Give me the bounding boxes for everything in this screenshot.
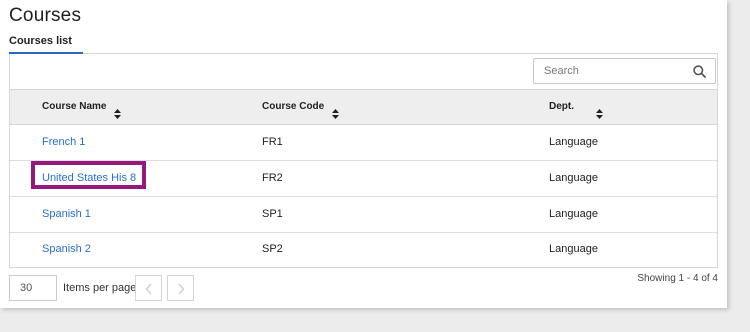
course-code: SP2 — [262, 243, 283, 255]
sort-icon[interactable] — [114, 100, 122, 120]
table-header: Course Name Course Code Dept. — [10, 89, 717, 125]
course-dept: Language — [549, 136, 598, 148]
column-header-course-name[interactable]: Course Name — [42, 90, 122, 124]
sort-icon[interactable] — [596, 100, 603, 120]
column-header-course-code[interactable]: Course Code — [262, 90, 340, 124]
previous-page-button[interactable] — [135, 275, 162, 301]
chevron-right-icon — [178, 283, 185, 295]
tab-courses-list[interactable]: Courses list — [9, 35, 83, 54]
column-header-label: Course Code — [262, 101, 325, 112]
items-per-page-input[interactable] — [10, 276, 56, 300]
showing-count: Showing 1 - 4 of 4 — [637, 273, 718, 284]
search-icon[interactable] — [693, 65, 706, 78]
search-input[interactable] — [534, 59, 684, 83]
table-row: Spanish 2 SP2 Language — [10, 232, 717, 268]
table-row: French 1 FR1 Language — [10, 125, 717, 161]
page-title: Courses — [9, 5, 82, 26]
courses-table-card: Course Name Course Code Dept. French 1 F… — [9, 54, 718, 268]
tab-bar: Courses list — [9, 35, 718, 54]
table-row: Spanish 1 SP1 Language — [10, 197, 717, 233]
course-name-link[interactable]: Spanish 1 — [42, 197, 91, 232]
course-dept: Language — [549, 243, 598, 255]
sort-icon[interactable] — [332, 100, 340, 120]
course-name-link[interactable]: Spanish 2 — [42, 232, 91, 267]
course-code: FR1 — [262, 136, 283, 148]
course-name-link[interactable]: United States His 8 — [42, 161, 136, 196]
table-row: United States His 8 FR2 Language — [10, 161, 717, 197]
column-header-dept[interactable]: Dept. — [549, 90, 603, 124]
course-code: SP1 — [262, 208, 283, 220]
chevron-left-icon — [145, 283, 152, 295]
courses-panel: Courses Courses list Course Name Course … — [0, 0, 727, 308]
items-per-page-label: Items per page — [63, 282, 137, 294]
search-box[interactable] — [533, 58, 716, 84]
items-per-page-box[interactable] — [9, 275, 57, 301]
course-code: FR2 — [262, 172, 283, 184]
course-dept: Language — [549, 208, 598, 220]
column-header-label: Course Name — [42, 101, 107, 112]
column-header-label: Dept. — [549, 101, 574, 112]
course-dept: Language — [549, 172, 598, 184]
next-page-button[interactable] — [167, 275, 194, 301]
course-name-link[interactable]: French 1 — [42, 125, 85, 160]
